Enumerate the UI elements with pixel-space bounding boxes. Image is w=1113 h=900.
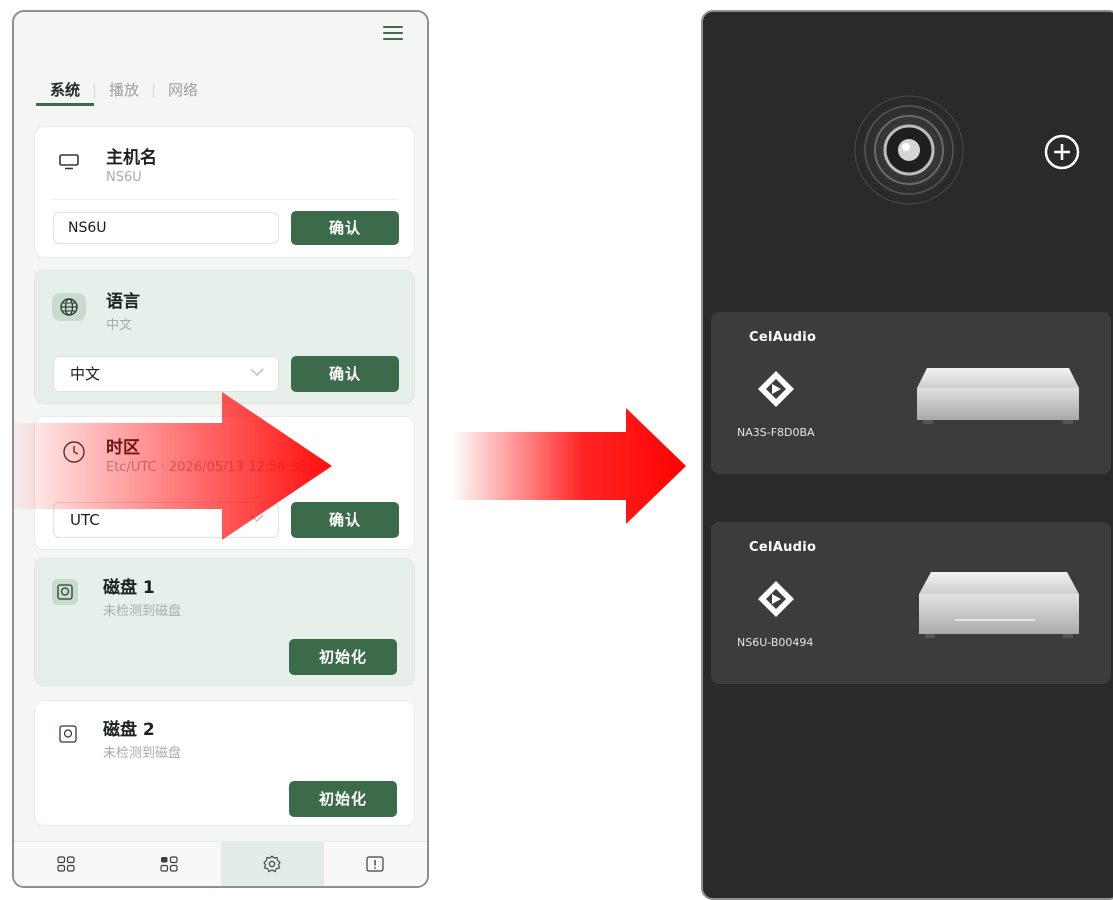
checklist-icon (160, 856, 178, 872)
language-card: 语言 中文 中文 确认 (34, 270, 415, 404)
timezone-title: 时区 (106, 438, 140, 458)
tab-playback[interactable]: 播放 (95, 76, 153, 106)
language-title: 语言 (106, 292, 140, 312)
scan-radar-icon[interactable] (853, 94, 965, 206)
divider (51, 199, 398, 200)
nav-alerts[interactable] (324, 842, 427, 886)
nav-devices[interactable] (14, 842, 117, 886)
grid-icon (57, 856, 75, 872)
hostname-confirm-button[interactable]: 确认 (291, 211, 399, 245)
device-name: NA3S-F8D0BA (737, 426, 815, 439)
timezone-select[interactable]: UTC (53, 502, 279, 538)
device-card-na3s[interactable]: CelAudio NA3S-F8D0BA (711, 312, 1111, 474)
hostname-card: 主机名 NS6U NS6U 确认 (34, 126, 415, 258)
clock-icon (63, 441, 85, 463)
disk1-initialize-button[interactable]: 初始化 (289, 639, 397, 675)
timezone-card: 时区 Etc/UTC · 2026/05/13 12:56:36 UTC 确认 (34, 416, 415, 550)
settings-icon (263, 855, 281, 873)
bottom-nav (14, 841, 427, 886)
device-name: NS6U-B00494 (737, 636, 814, 649)
disk1-status: 未检测到磁盘 (103, 604, 182, 619)
timezone-select-value: UTC (70, 511, 100, 529)
tab-network[interactable]: 网络 (154, 76, 212, 106)
disk-icon (59, 725, 77, 743)
device-list-screen: CelAudio NA3S-F8D0BA CelAudio NS6U-B0049… (701, 10, 1113, 900)
chevron-down-icon (250, 368, 264, 376)
device-image-icon (917, 368, 1079, 424)
language-confirm-button[interactable]: 确认 (291, 356, 399, 392)
disk2-card: 磁盘 2 未检测到磁盘 初始化 (34, 700, 415, 826)
brand-label: CelAudio (749, 540, 817, 555)
celaudio-logo-icon (758, 371, 794, 407)
disk2-status: 未检测到磁盘 (103, 746, 182, 761)
tab-system[interactable]: 系统 (36, 76, 95, 106)
disk2-initialize-button[interactable]: 初始化 (289, 781, 397, 817)
disk1-card: 磁盘 1 未检测到磁盘 初始化 (34, 558, 415, 686)
language-value: 中文 (106, 318, 133, 333)
hostname-input[interactable]: NS6U (53, 212, 279, 244)
device-card-ns6u[interactable]: CelAudio NS6U-B00494 (711, 522, 1111, 684)
disk-icon (52, 579, 78, 605)
settings-tabs: 系统 播放 网络 (36, 76, 212, 106)
add-device-icon[interactable] (1044, 134, 1080, 170)
nav-checklist[interactable] (117, 842, 220, 886)
transition-arrow-icon (454, 408, 686, 524)
alert-icon (366, 856, 384, 872)
device-image-icon (919, 572, 1079, 638)
celaudio-logo-icon (758, 581, 794, 617)
nav-settings[interactable] (220, 842, 324, 886)
disk1-title: 磁盘 1 (103, 578, 155, 598)
language-select-value: 中文 (70, 365, 101, 383)
timezone-confirm-button[interactable]: 确认 (291, 502, 399, 538)
timezone-value: Etc/UTC · 2026/05/13 12:56:36 (106, 460, 307, 475)
menu-icon[interactable] (383, 26, 403, 42)
language-select[interactable]: 中文 (53, 356, 279, 392)
monitor-icon (59, 154, 79, 170)
settings-screen: 系统 播放 网络 主机名 NS6U NS6U 确认 语言 中文 中文 确认 时区… (12, 10, 429, 888)
hostname-title: 主机名 (106, 148, 157, 168)
chevron-down-icon (250, 514, 264, 522)
disk2-title: 磁盘 2 (103, 720, 155, 740)
hostname-value: NS6U (106, 170, 142, 185)
globe-icon (52, 293, 86, 321)
brand-label: CelAudio (749, 330, 817, 345)
